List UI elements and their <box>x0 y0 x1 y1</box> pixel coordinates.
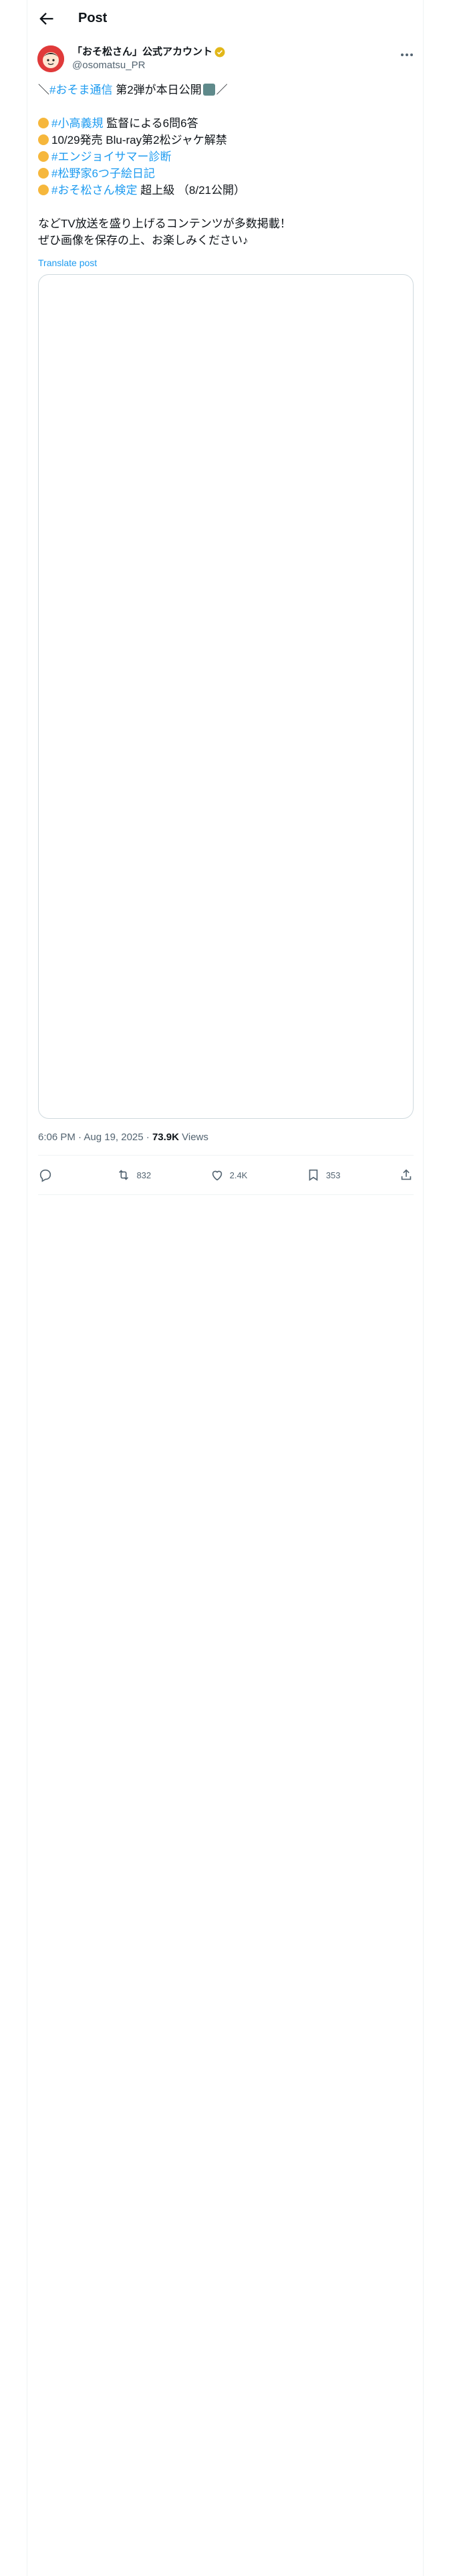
share-button[interactable] <box>399 1168 414 1182</box>
tweet-line-heading: ＼#おそま通信 第2弾が本日公開 ／ <box>38 82 412 98</box>
tweet-text: ＼#おそま通信 第2弾が本日公開 ／ #小高義規 監督による6問6答 10/29発… <box>38 82 412 249</box>
like-button[interactable]: 2.4K <box>210 1168 248 1182</box>
bullet-dot-icon <box>38 134 49 145</box>
retweet-count: 832 <box>136 1170 152 1180</box>
bullet-text: 監督による6問6答 <box>103 117 198 130</box>
divider <box>38 1155 414 1156</box>
bookmark-count: 353 <box>325 1170 341 1180</box>
bullet-line: #松野家6つ子絵日記 <box>38 165 412 182</box>
author-name-row[interactable]: 「おそ松さん」公式アカウント <box>72 45 225 59</box>
heart-icon <box>212 1170 222 1181</box>
bookmark-icon <box>309 1169 318 1181</box>
views-label: Views <box>178 1132 208 1143</box>
author-display-name[interactable]: 「おそ松さん」公式アカウント <box>72 45 212 59</box>
media-image[interactable] <box>38 274 414 1119</box>
bullet-text: 超上級 （8/21公開） <box>137 184 246 197</box>
back-arrow-icon[interactable] <box>37 9 55 28</box>
heading-text: 第2弾が本日公開 <box>112 84 202 96</box>
action-bar: 832 2.4K 353 <box>38 1162 414 1188</box>
like-count: 2.4K <box>229 1170 248 1180</box>
heading-prefix: ＼ <box>38 84 49 96</box>
bookmark-button[interactable]: 353 <box>306 1168 341 1182</box>
main-column: Post 「おそ松さん」公式アカウント @osomatsu_PR ＼#おそま通信… <box>27 0 424 2576</box>
more-options-icon[interactable] <box>399 47 415 63</box>
avatar[interactable] <box>37 45 64 72</box>
hashtag-link[interactable]: #おそ松さん検定 <box>51 184 137 197</box>
bullet-dot-icon <box>38 118 49 128</box>
page-title: Post <box>78 11 108 25</box>
heading-suffix: ／ <box>216 84 228 96</box>
closing-line-1: などTV放送を盛り上げるコンテンツが多数掲載！ <box>38 217 291 230</box>
author-handle[interactable]: @osomatsu_PR <box>72 60 145 72</box>
divider <box>38 1194 414 1195</box>
bullet-dot-icon <box>38 151 49 162</box>
hashtag-link[interactable]: #小高義規 <box>51 117 103 130</box>
retweet-icon <box>119 1170 129 1180</box>
tweet-meta: 6:06 PM · Aug 19, 2025 · 73.9K Views <box>38 1131 208 1144</box>
hashtag-osoma-tsushin[interactable]: #おそま通信 <box>49 84 112 96</box>
header: Post <box>27 0 424 37</box>
timestamp-link[interactable]: 6:06 PM · Aug 19, 2025 · <box>38 1132 152 1143</box>
bullet-line: 10/29発売 Blu-ray第2松ジャケ解禁 <box>38 132 412 148</box>
views-count: 73.9K <box>152 1132 179 1143</box>
hashtag-link[interactable]: #エンジョイサマー診断 <box>51 150 171 163</box>
avatar-image <box>37 45 64 72</box>
retweet-button[interactable]: 832 <box>116 1168 151 1182</box>
verified-badge-icon <box>214 47 225 58</box>
bullet-line: #小高義規 監督による6問6答 <box>38 115 412 132</box>
reply-button[interactable] <box>38 1168 58 1182</box>
bullet-text: 10/29発売 Blu-ray第2松ジャケ解禁 <box>51 134 227 146</box>
hashtag-link[interactable]: #松野家6つ子絵日記 <box>51 167 155 180</box>
reply-icon <box>39 1169 51 1182</box>
bullet-line: #おそ松さん検定 超上級 （8/21公開） <box>38 182 412 199</box>
emoji-icon <box>202 84 215 96</box>
closing-line-2: ぜひ画像を保存の上、お楽しみください♪ <box>38 234 249 247</box>
share-icon <box>401 1169 412 1180</box>
translate-post-link[interactable]: Translate post <box>38 257 97 269</box>
bullet-line: #エンジョイサマー診断 <box>38 148 412 165</box>
bullet-dot-icon <box>38 168 49 179</box>
bullet-dot-icon <box>38 185 49 195</box>
